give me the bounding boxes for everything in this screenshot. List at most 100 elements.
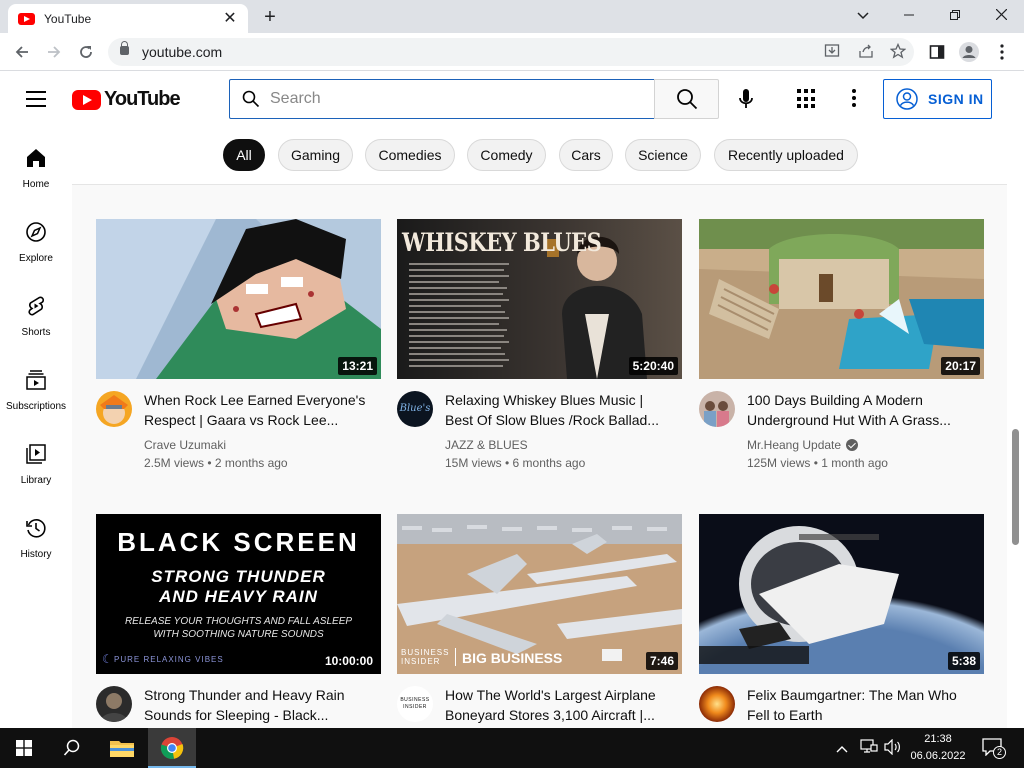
- video-card[interactable]: 5:38 Felix Baumgartner: The Man Who Fell…: [699, 514, 984, 728]
- volume-icon[interactable]: [884, 738, 902, 760]
- youtube-wordmark: YouTube: [104, 88, 181, 110]
- share-icon[interactable]: [856, 43, 876, 63]
- network-icon[interactable]: [860, 739, 878, 760]
- video-title[interactable]: 100 Days Building A Modern Underground H…: [747, 390, 975, 430]
- tab-close-icon[interactable]: ✕: [222, 10, 238, 27]
- reload-button[interactable]: [72, 38, 100, 66]
- home-icon: [27, 149, 45, 167]
- video-thumbnail[interactable]: WHISKEY BLUES 5:20:40: [397, 219, 682, 379]
- video-duration: 13:21: [338, 357, 377, 375]
- video-title[interactable]: Strong Thunder and Heavy Rain Sounds for…: [144, 685, 372, 725]
- install-app-icon[interactable]: [822, 43, 842, 63]
- video-title[interactable]: Relaxing Whiskey Blues Music | Best Of S…: [445, 390, 673, 430]
- video-card[interactable]: BLACK SCREEN STRONG THUNDER AND HEAVY RA…: [96, 514, 381, 728]
- moon-icon: ☾: [102, 652, 113, 666]
- guide-menu-icon[interactable]: [26, 91, 46, 107]
- side-panel-icon: [929, 45, 945, 59]
- chip-cars[interactable]: Cars: [559, 139, 613, 171]
- clock-date: 06.06.2022: [910, 750, 966, 762]
- guide-item-shorts[interactable]: Shorts: [0, 275, 72, 349]
- mini-guide: Home Explore Shorts Subscriptions Librar…: [0, 127, 72, 728]
- video-card[interactable]: BUSINESS INSIDER BIG BUSINESS 7:46 BUSIN…: [397, 514, 682, 728]
- channel-name[interactable]: Mr.Heang Update: [747, 438, 859, 452]
- youtube-logo[interactable]: YouTube: [72, 88, 181, 111]
- chip-comedies[interactable]: Comedies: [365, 139, 455, 171]
- chrome-taskbar-button[interactable]: [148, 728, 196, 768]
- channel-avatar[interactable]: [699, 686, 735, 722]
- guide-item-history[interactable]: History: [0, 497, 72, 571]
- action-center-button[interactable]: 2: [982, 738, 1012, 760]
- search-box[interactable]: [229, 79, 655, 119]
- channel-avatar[interactable]: [96, 686, 132, 722]
- guide-label-shorts: Shorts: [21, 327, 51, 338]
- search-button[interactable]: [654, 79, 719, 119]
- chip-gaming[interactable]: Gaming: [278, 139, 353, 171]
- apps-grid-icon[interactable]: [797, 89, 817, 109]
- page-scrollbar[interactable]: [1007, 71, 1024, 728]
- guide-item-explore[interactable]: Explore: [0, 201, 72, 275]
- chip-comedy[interactable]: Comedy: [467, 139, 546, 171]
- video-card[interactable]: 13:21 When Rock Lee Earned Everyone's Re…: [96, 219, 381, 479]
- voice-search-button[interactable]: [734, 87, 758, 111]
- forward-button[interactable]: [40, 38, 68, 66]
- clock[interactable]: 21:38 06.06.2022: [906, 732, 970, 764]
- video-thumbnail[interactable]: BLACK SCREEN STRONG THUNDER AND HEAVY RA…: [96, 514, 381, 674]
- side-panel-button[interactable]: [923, 38, 951, 66]
- close-window-button[interactable]: [978, 0, 1024, 30]
- restore-button[interactable]: [932, 0, 978, 30]
- video-card[interactable]: WHISKEY BLUES 5:20:40 Blue's Relaxing Wh…: [397, 219, 682, 479]
- taskbar-search-button[interactable]: [48, 728, 96, 768]
- video-card[interactable]: 20:17 100 Days Building A Modern Undergr…: [699, 219, 984, 479]
- channel-avatar[interactable]: BUSINESS INSIDER: [397, 686, 433, 722]
- channel-name[interactable]: Crave Uzumaki: [144, 438, 226, 452]
- chip-recently-uploaded[interactable]: Recently uploaded: [714, 139, 858, 171]
- profile-avatar-icon: [959, 42, 979, 62]
- channel-avatar[interactable]: [96, 391, 132, 427]
- channel-avatar[interactable]: Blue's: [397, 391, 433, 427]
- url-text[interactable]: youtube.com: [142, 44, 222, 60]
- scrollbar-thumb[interactable]: [1012, 429, 1019, 545]
- video-thumbnail[interactable]: 13:21: [96, 219, 381, 379]
- video-title[interactable]: How The World's Largest Airplane Boneyar…: [445, 685, 673, 725]
- browser-tab[interactable]: YouTube ✕: [8, 4, 248, 33]
- filter-chips-bar: All Gaming Comedies Comedy Cars Science …: [72, 127, 1007, 185]
- lock-icon: [120, 41, 129, 55]
- more-vert-icon: [1000, 44, 1004, 60]
- file-explorer-button[interactable]: [98, 728, 146, 768]
- guide-item-subscriptions[interactable]: Subscriptions: [0, 349, 72, 423]
- video-thumbnail[interactable]: 20:17: [699, 219, 984, 379]
- back-button[interactable]: [8, 38, 36, 66]
- start-button[interactable]: [0, 728, 48, 768]
- video-title[interactable]: Felix Baumgartner: The Man Who Fell to E…: [747, 685, 975, 725]
- close-icon: [995, 8, 1007, 21]
- search-icon: [63, 739, 80, 756]
- channel-name[interactable]: JAZZ & BLUES: [445, 438, 528, 452]
- settings-more-icon[interactable]: [852, 89, 858, 109]
- video-thumbnail[interactable]: BUSINESS INSIDER BIG BUSINESS 7:46: [397, 514, 682, 674]
- guide-item-home[interactable]: Home: [0, 127, 72, 201]
- address-bar[interactable]: youtube.com: [108, 38, 914, 66]
- chip-all[interactable]: All: [223, 139, 265, 171]
- youtube-header: YouTube SIGN IN: [0, 71, 1024, 127]
- guide-item-library[interactable]: Library: [0, 423, 72, 497]
- thumbnail-caption-1: RELEASE YOUR THOUGHTS AND FALL ASLEEP: [124, 616, 353, 627]
- video-thumbnail[interactable]: 5:38: [699, 514, 984, 674]
- chip-science[interactable]: Science: [625, 139, 701, 171]
- library-icon: [26, 444, 46, 464]
- browser-menu-button[interactable]: [988, 38, 1016, 66]
- thumbnail-brand: PURE RELAXING VIBES: [114, 655, 224, 664]
- sign-in-button[interactable]: SIGN IN: [883, 79, 992, 119]
- tab-search-button[interactable]: [840, 0, 886, 30]
- guide-label-history: History: [20, 549, 52, 560]
- show-hidden-icons-button[interactable]: [836, 740, 852, 756]
- bookmark-star-icon[interactable]: [888, 42, 908, 63]
- minimize-button[interactable]: [886, 0, 932, 30]
- new-tab-button[interactable]: +: [258, 5, 282, 29]
- search-button-icon: [677, 89, 698, 110]
- video-duration: 5:20:40: [628, 357, 678, 375]
- channel-avatar[interactable]: [699, 391, 735, 427]
- restore-icon: [950, 10, 960, 20]
- profile-button[interactable]: [955, 38, 983, 66]
- search-input[interactable]: [270, 90, 630, 108]
- video-title[interactable]: When Rock Lee Earned Everyone's Respect …: [144, 390, 372, 430]
